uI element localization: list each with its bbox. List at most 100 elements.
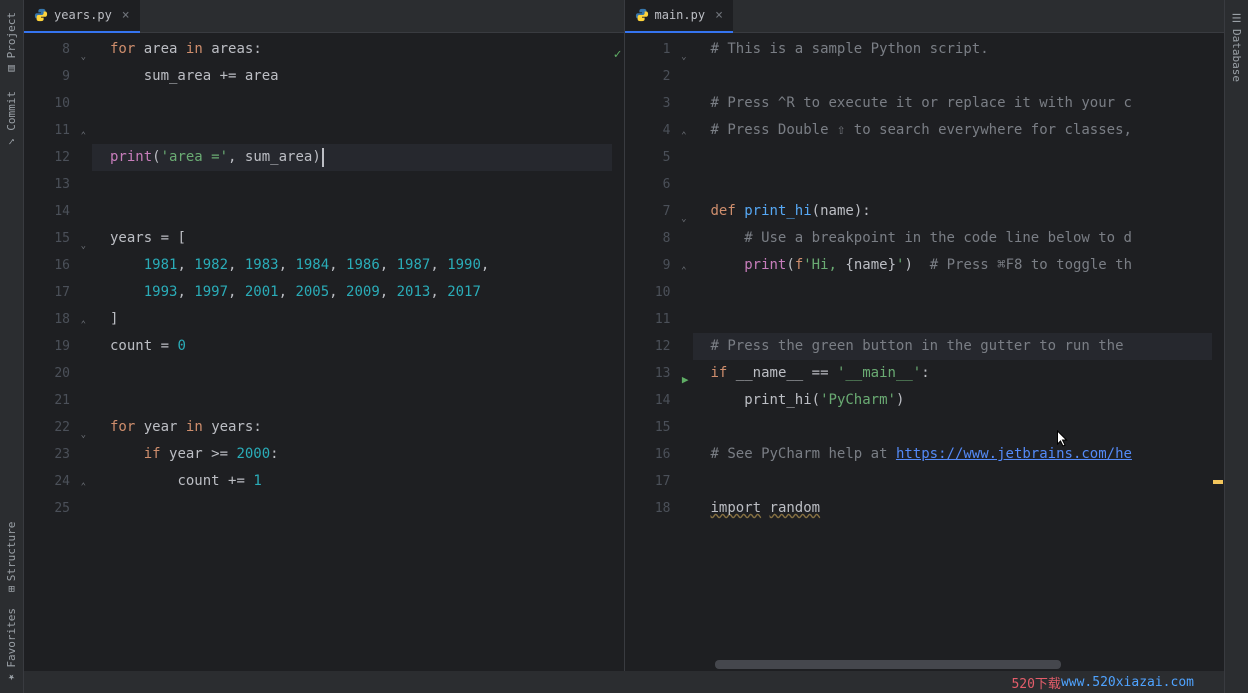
fold-end-icon[interactable]: ⌃ [81, 123, 86, 150]
fold-icon[interactable]: ⌄ [81, 233, 86, 260]
code-line[interactable]: 1993, 1997, 2001, 2005, 2009, 2013, 2017 [110, 279, 624, 306]
right-code-lines[interactable]: # This is a sample Python script. # Press… [693, 33, 1225, 671]
line-number[interactable]: 18⌃ [24, 306, 70, 333]
code-line[interactable] [110, 495, 624, 522]
fold-end-icon[interactable]: ⌃ [681, 123, 686, 150]
tool-database[interactable]: ☰ Database [1228, 4, 1245, 90]
line-number[interactable]: 14 [625, 387, 671, 414]
code-line[interactable] [711, 306, 1225, 333]
right-gutter[interactable]: 1⌄234⌃567⌄89⌃10111213▶1415161718 [625, 33, 693, 671]
code-line[interactable]: years = [ [110, 225, 624, 252]
fold-end-icon[interactable]: ⌃ [681, 258, 686, 285]
code-line[interactable]: for area in areas: [110, 36, 624, 63]
code-line[interactable]: if year >= 2000: [110, 441, 624, 468]
tab-main-py[interactable]: main.py × [625, 0, 733, 33]
code-line[interactable] [110, 90, 624, 117]
code-line[interactable] [110, 198, 624, 225]
line-number[interactable]: 7⌄ [625, 198, 671, 225]
line-number[interactable]: 9⌃ [625, 252, 671, 279]
line-number[interactable]: 24⌃ [24, 468, 70, 495]
line-number[interactable]: 10 [24, 90, 70, 117]
code-line[interactable] [711, 279, 1225, 306]
line-number[interactable]: 17 [625, 468, 671, 495]
code-line[interactable]: # See PyCharm help at https://www.jetbra… [711, 441, 1225, 468]
tool-favorites[interactable]: ★ Favorites [3, 600, 20, 693]
code-line[interactable]: # Use a breakpoint in the code line belo… [711, 225, 1225, 252]
line-number[interactable]: 23 [24, 441, 70, 468]
line-number[interactable]: 22⌄ [24, 414, 70, 441]
line-number[interactable]: 21 [24, 387, 70, 414]
line-number[interactable]: 13▶ [625, 360, 671, 387]
code-line[interactable] [110, 117, 624, 144]
line-number[interactable]: 5 [625, 144, 671, 171]
line-number[interactable]: 2 [625, 63, 671, 90]
footer-link[interactable]: www.520xiazai.com [1061, 675, 1194, 690]
code-line[interactable]: if __name__ == '__main__': [711, 360, 1225, 387]
line-number[interactable]: 12 [24, 144, 70, 171]
line-number[interactable]: 17 [24, 279, 70, 306]
line-number[interactable]: 6 [625, 171, 671, 198]
line-number[interactable]: 11⌃ [24, 117, 70, 144]
code-line[interactable]: print_hi('PyCharm') [711, 387, 1225, 414]
code-line[interactable]: count = 0 [110, 333, 624, 360]
left-code-lines[interactable]: for area in areas: sum_area += area print… [92, 33, 624, 671]
code-line[interactable] [711, 63, 1225, 90]
code-line[interactable] [110, 360, 624, 387]
line-number[interactable]: 15 [625, 414, 671, 441]
code-line[interactable]: count += 1 [110, 468, 624, 495]
fold-icon[interactable]: ⌄ [81, 422, 86, 449]
code-line[interactable]: # Press Double ⇧ to search everywhere fo… [711, 117, 1225, 144]
line-number[interactable]: 15⌄ [24, 225, 70, 252]
close-icon[interactable]: × [715, 8, 723, 23]
line-number[interactable]: 3 [625, 90, 671, 117]
code-line[interactable]: # Press ^R to execute it or replace it w… [711, 90, 1225, 117]
line-number[interactable]: 12 [625, 333, 671, 360]
code-line[interactable] [711, 144, 1225, 171]
code-line[interactable]: for year in years: [110, 414, 624, 441]
code-line[interactable]: # This is a sample Python script. [711, 36, 1225, 63]
tab-years-py[interactable]: years.py × [24, 0, 140, 33]
code-line[interactable]: def print_hi(name): [711, 198, 1225, 225]
code-line[interactable]: sum_area += area [110, 63, 624, 90]
line-number[interactable]: 16 [625, 441, 671, 468]
fold-icon[interactable]: ⌄ [681, 206, 686, 233]
fold-icon[interactable]: ⌄ [81, 44, 86, 71]
line-number[interactable]: 4⌃ [625, 117, 671, 144]
left-gutter[interactable]: 8⌄91011⌃12131415⌄161718⌃19202122⌄2324⌃25 [24, 33, 92, 671]
fold-end-icon[interactable]: ⌃ [81, 312, 86, 339]
close-icon[interactable]: × [122, 8, 130, 23]
code-line[interactable]: print(f'Hi, {name}') # Press ⌘F8 to togg… [711, 252, 1225, 279]
tool-commit[interactable]: ✓ Commit [3, 83, 20, 156]
line-number[interactable]: 1⌄ [625, 36, 671, 63]
code-line[interactable] [711, 171, 1225, 198]
line-number[interactable]: 14 [24, 198, 70, 225]
run-gutter-icon[interactable]: ▶ [682, 366, 689, 393]
scrollbar-thumb[interactable] [715, 660, 1062, 669]
code-line[interactable] [110, 171, 624, 198]
tool-project[interactable]: ▤ Project [3, 4, 20, 83]
fold-end-icon[interactable]: ⌃ [81, 474, 86, 501]
left-code-area[interactable]: 8⌄91011⌃12131415⌄161718⌃19202122⌄2324⌃25… [24, 33, 624, 671]
line-number[interactable]: 9 [24, 63, 70, 90]
code-line[interactable]: ] [110, 306, 624, 333]
line-number[interactable]: 13 [24, 171, 70, 198]
fold-icon[interactable]: ⌄ [681, 44, 686, 71]
line-number[interactable]: 10 [625, 279, 671, 306]
line-number[interactable]: 18 [625, 495, 671, 522]
horizontal-scrollbar[interactable] [715, 660, 1211, 671]
code-line[interactable]: import random [711, 495, 1225, 522]
line-number[interactable]: 8 [625, 225, 671, 252]
tool-structure[interactable]: ⊞ Structure [3, 514, 20, 600]
code-line[interactable] [711, 414, 1225, 441]
code-line[interactable]: print('area =', sum_area) [110, 144, 624, 171]
line-number[interactable]: 16 [24, 252, 70, 279]
line-number[interactable]: 19 [24, 333, 70, 360]
code-line[interactable] [711, 468, 1225, 495]
code-line[interactable]: 1981, 1982, 1983, 1984, 1986, 1987, 1990… [110, 252, 624, 279]
line-number[interactable]: 11 [625, 306, 671, 333]
line-number[interactable]: 25 [24, 495, 70, 522]
code-line[interactable] [110, 387, 624, 414]
line-number[interactable]: 20 [24, 360, 70, 387]
right-code-area[interactable]: 1⌄234⌃567⌄89⌃10111213▶1415161718 # This … [625, 33, 1225, 671]
code-line[interactable]: # Press the green button in the gutter t… [711, 333, 1225, 360]
